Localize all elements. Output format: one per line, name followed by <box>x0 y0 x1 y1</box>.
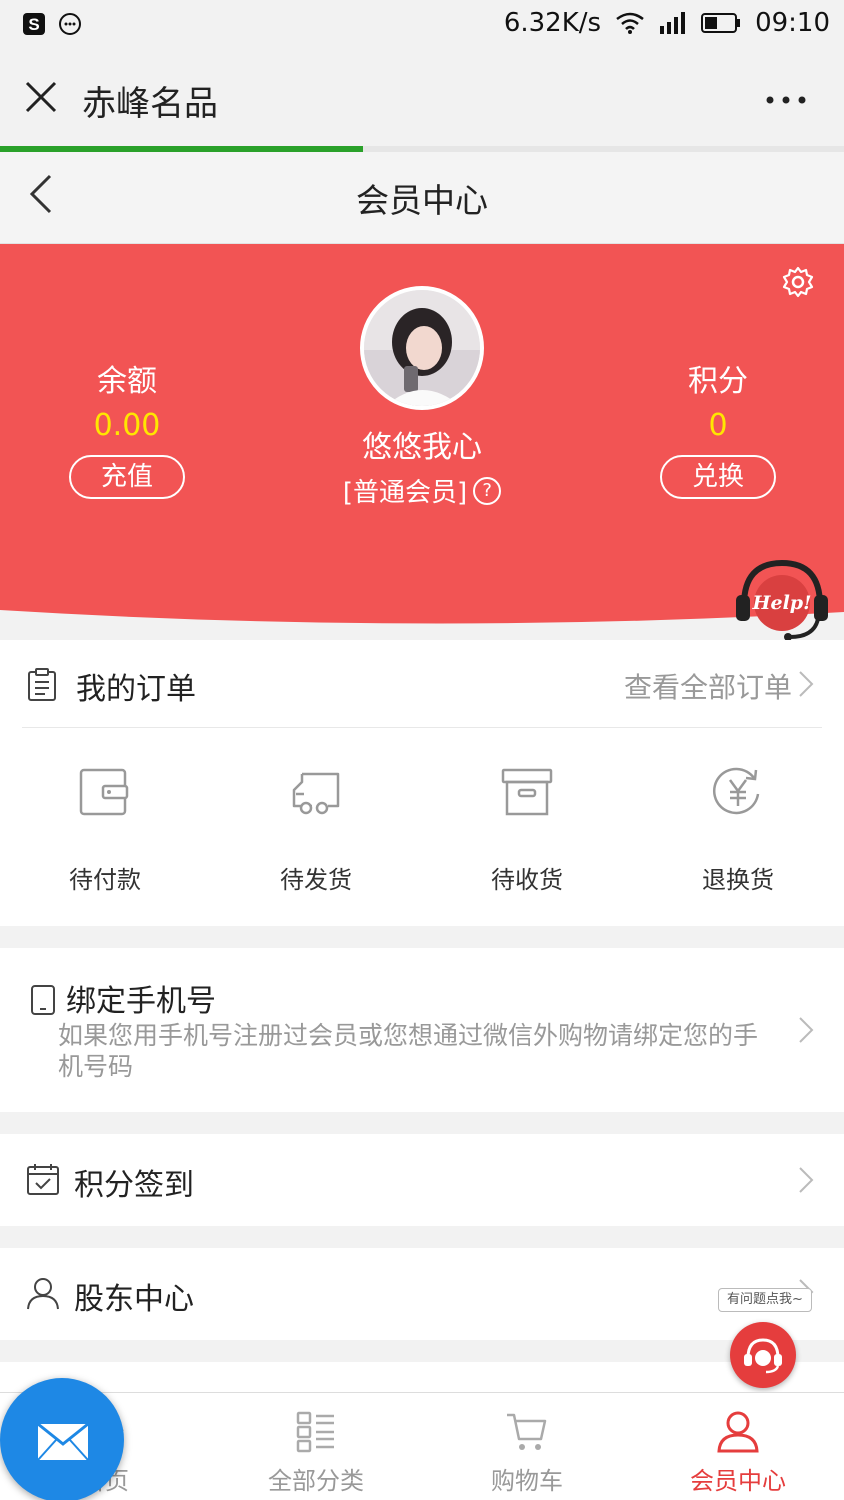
points-value: 0 <box>708 408 728 443</box>
phone-icon <box>31 985 55 1015</box>
wifi-icon <box>616 12 644 34</box>
bind-phone-description: 如果您用手机号注册过会员或您想通过微信外购物请绑定您的手机号码 <box>58 1021 759 1081</box>
wechat-title: 赤峰名品 <box>82 84 218 124</box>
clipboard-icon <box>28 668 56 701</box>
help-headset-icon[interactable]: Help! <box>734 557 830 645</box>
network-speed: 6.32K/s <box>503 8 602 38</box>
avatar-photo <box>364 290 480 406</box>
clock: 09:10 <box>755 8 830 38</box>
points-block: 积分 0 兑换 <box>618 356 818 499</box>
page-header: 会员中心 <box>0 152 844 244</box>
help-badge: Help! <box>752 592 812 614</box>
chevron-right-icon <box>799 1167 814 1193</box>
svg-text:S: S <box>28 15 39 34</box>
view-all-orders-link[interactable]: 查看全部订单 <box>624 666 792 706</box>
member-level-label: [普通会员] <box>342 478 468 508</box>
box-icon <box>501 768 553 816</box>
tab-label: 会员中心 <box>690 1467 786 1495</box>
envelope-icon <box>37 1422 89 1461</box>
orders-title: 我的订单 <box>76 672 196 707</box>
orders-header[interactable]: 我的订单 查看全部订单 <box>22 640 822 728</box>
truck-icon <box>292 772 340 815</box>
order-status-return-exchange[interactable]: 退换货 <box>668 764 808 895</box>
order-status-label: 退换货 <box>702 866 774 894</box>
member-panel: 余额 0.00 充值 悠悠我心 [普通会员] ? 积分 0 兑换 Help! <box>0 244 844 644</box>
message-button[interactable] <box>0 1378 124 1500</box>
wechat-title-bar: 赤峰名品 <box>0 50 844 146</box>
points-signin-row[interactable]: 积分签到 <box>0 1134 844 1226</box>
chevron-right-icon <box>799 671 814 697</box>
bind-phone-title: 绑定手机号 <box>66 984 216 1019</box>
order-status-label: 待收货 <box>491 866 563 894</box>
bottom-tab-bar: 首页 全部分类 购物车 会员中心 <box>0 1392 844 1500</box>
category-icon <box>296 1411 334 1453</box>
status-bar: S 6.32K/s 09:10 <box>0 0 844 50</box>
exchange-button[interactable]: 兑换 <box>660 455 776 499</box>
chat-bubble-icon <box>59 13 81 35</box>
tab-label: 购物车 <box>491 1467 563 1495</box>
battery-icon <box>701 13 741 33</box>
more-icon[interactable] <box>766 96 806 104</box>
orders-card: 我的订单 查看全部订单 待付款 待发货 待收货 退换货 <box>0 640 844 926</box>
user-icon <box>717 1411 759 1453</box>
shareholder-center-title: 股东中心 <box>74 1282 194 1317</box>
order-status-label: 待付款 <box>69 866 141 894</box>
signal-icon <box>660 12 686 34</box>
customer-service-button[interactable] <box>730 1322 796 1388</box>
wallet-icon <box>79 768 129 816</box>
avatar[interactable] <box>360 286 484 410</box>
yen-refund-icon <box>713 767 760 815</box>
headset-icon <box>744 1338 782 1374</box>
cart-icon <box>507 1413 547 1450</box>
close-icon[interactable] <box>24 80 58 114</box>
help-question-icon[interactable]: ? <box>473 476 502 505</box>
service-tip: 有问题点我~ <box>718 1288 812 1312</box>
calendar-check-icon <box>27 1164 59 1195</box>
tab-all-categories[interactable]: 全部分类 <box>211 1409 421 1496</box>
settings-gear-icon[interactable] <box>782 266 814 298</box>
balance-label: 余额 <box>97 364 157 399</box>
app-s-icon: S <box>23 13 45 35</box>
order-status-pending-receipt[interactable]: 待收货 <box>457 764 597 895</box>
order-status-pending-shipment[interactable]: 待发货 <box>246 764 386 895</box>
person-icon <box>27 1278 59 1310</box>
page-title: 会员中心 <box>356 181 488 220</box>
points-signin-title: 积分签到 <box>74 1168 194 1203</box>
points-label: 积分 <box>688 364 748 399</box>
order-status-label: 待发货 <box>280 866 352 894</box>
tab-label: 全部分类 <box>268 1467 364 1495</box>
order-status-pending-payment[interactable]: 待付款 <box>35 764 175 895</box>
chevron-right-icon <box>799 1017 814 1043</box>
tab-cart[interactable]: 购物车 <box>422 1409 632 1496</box>
bind-phone-row[interactable]: 绑定手机号 如果您用手机号注册过会员或您想通过微信外购物请绑定您的手机号码 <box>0 948 844 1112</box>
tab-member-center[interactable]: 会员中心 <box>633 1409 843 1496</box>
